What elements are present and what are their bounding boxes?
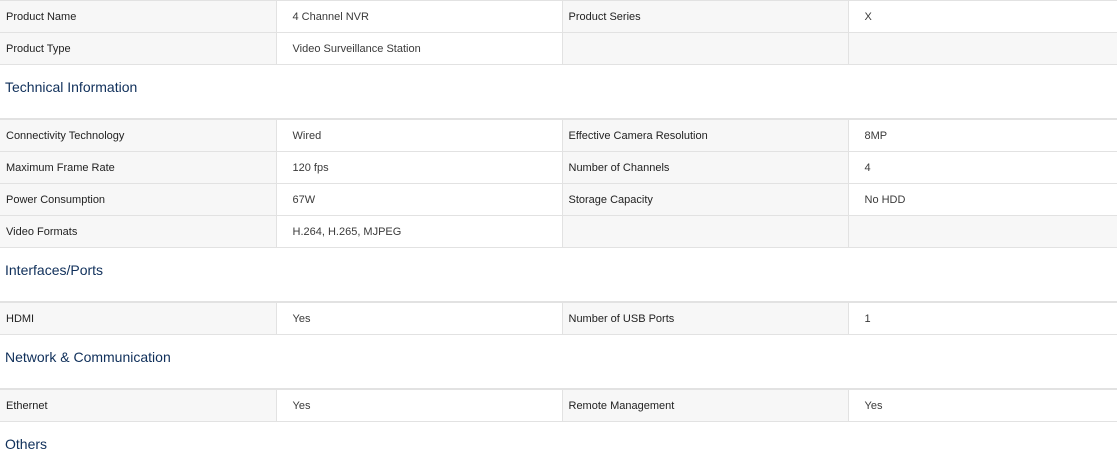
spec-label-connectivity-technology: Connectivity Technology (0, 119, 277, 152)
spec-label-product-name: Product Name (0, 0, 277, 33)
spec-table-technical-information: Connectivity Technology Wired Effective Ca… (0, 119, 1117, 248)
spec-row: Power Consumption 67W Storage Capacity No H… (0, 183, 1117, 216)
spec-value-number-of-channels: 4 (848, 151, 1117, 184)
spec-value-ethernet: Yes (276, 389, 563, 422)
spec-value-power-consumption: 67W (276, 183, 563, 216)
spec-label-power-consumption: Power Consumption (0, 183, 277, 216)
spec-label-number-of-channels: Number of Channels (562, 151, 849, 184)
spec-label-ethernet: Ethernet (0, 389, 277, 422)
spec-value-number-of-usb-ports: 1 (848, 302, 1117, 335)
spec-table-interfaces-ports: HDMI Yes Number of USB Ports 1 (0, 302, 1117, 335)
spec-value-maximum-frame-rate: 120 fps (276, 151, 563, 184)
spec-label-hdmi: HDMI (0, 302, 277, 335)
empty-cell (562, 32, 849, 65)
spec-label-video-formats: Video Formats (0, 215, 277, 248)
spec-row: Product Name 4 Channel NVR Product Series X (0, 0, 1117, 33)
spec-value-remote-management: Yes (848, 389, 1117, 422)
section-heading-others: Others (5, 436, 48, 452)
spec-label-product-type: Product Type (0, 32, 277, 65)
spec-value-effective-camera-resolution: 8MP (848, 119, 1117, 152)
section-heading-interfaces-ports: Interfaces/Ports (0, 248, 1117, 302)
spec-label-storage-capacity: Storage Capacity (562, 183, 849, 216)
spec-row: Ethernet Yes Remote Management Yes (0, 389, 1117, 422)
spec-value-connectivity-technology: Wired (276, 119, 563, 152)
empty-cell (848, 215, 1117, 248)
spec-row: HDMI Yes Number of USB Ports 1 (0, 302, 1117, 335)
spec-label-remote-management: Remote Management (562, 389, 849, 422)
section-heading-technical-information: Technical Information (0, 65, 1117, 119)
spec-value-hdmi: Yes (276, 302, 563, 335)
spec-table-network-communication: Ethernet Yes Remote Management Yes (0, 389, 1117, 422)
spec-row: Connectivity Technology Wired Effective Ca… (0, 119, 1117, 152)
spec-row: Video Formats H.264, H.265, MJPEG (0, 215, 1117, 248)
spec-label-product-series: Product Series (562, 0, 849, 33)
empty-cell (562, 215, 849, 248)
spec-value-video-formats: H.264, H.265, MJPEG (276, 215, 563, 248)
spec-value-storage-capacity: No HDD (848, 183, 1117, 216)
section-heading-network-communication: Network & Communication (0, 335, 1117, 389)
spec-sheet: Product Name 4 Channel NVR Product Series X… (0, 0, 1117, 466)
spec-value-product-name: 4 Channel NVR (276, 0, 563, 33)
spec-label-maximum-frame-rate: Maximum Frame Rate (0, 151, 277, 184)
product-overview-table: Product Name 4 Channel NVR Product Series X… (0, 0, 1117, 65)
spec-value-product-series: X (848, 0, 1117, 33)
spec-label-number-of-usb-ports: Number of USB Ports (562, 302, 849, 335)
spec-value-product-type: Video Surveillance Station (276, 32, 563, 65)
empty-cell (848, 32, 1117, 65)
spec-row: Product Type Video Surveillance Station (0, 32, 1117, 65)
spec-label-effective-camera-resolution: Effective Camera Resolution (562, 119, 849, 152)
spec-row: Maximum Frame Rate 120 fps Number of Chann… (0, 151, 1117, 184)
